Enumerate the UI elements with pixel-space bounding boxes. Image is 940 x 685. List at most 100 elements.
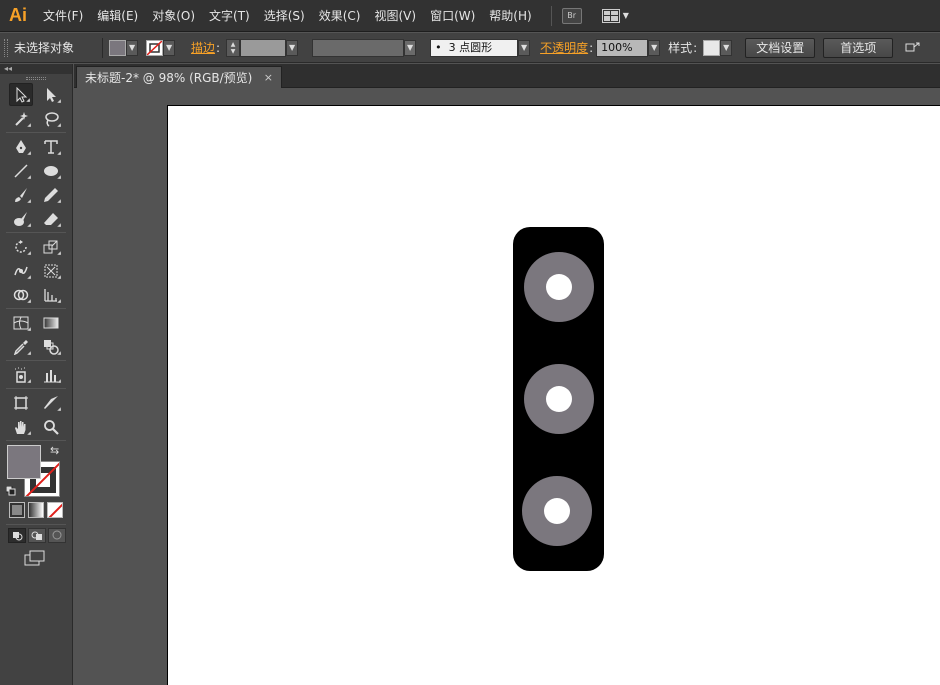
column-graph-icon [44, 369, 58, 382]
menu-select[interactable]: 选择(S) [257, 0, 312, 32]
control-bar: 未选择对象 ▼ ▼ 描边 : ▲ ▼ ▼ ▼ • 3 点圆形 ▼ 不透明度 : 1… [0, 32, 940, 63]
blob-brush-tool[interactable] [9, 207, 33, 230]
ring-hole[interactable] [546, 386, 572, 412]
pen-tool[interactable] [9, 135, 33, 158]
brush-definition-field[interactable]: • 3 点圆形 [430, 38, 519, 57]
blend-tool[interactable] [39, 335, 63, 358]
selection-tool[interactable] [9, 83, 33, 106]
scale-tool[interactable] [39, 235, 63, 258]
eraser-tool[interactable] [39, 207, 63, 230]
slice-tool[interactable] [39, 391, 63, 414]
ellipse-tool[interactable] [39, 159, 63, 182]
stroke-weight-field[interactable] [240, 38, 287, 57]
fill-swatch[interactable] [109, 39, 127, 56]
arrow-icon [16, 86, 28, 103]
draw-behind-button[interactable] [28, 528, 46, 543]
artboard[interactable] [167, 105, 940, 685]
menu-bar: Ai 文件(F) 编辑(E) 对象(O) 文字(T) 选择(S) 效果(C) 视… [0, 0, 940, 32]
type-tool[interactable] [39, 135, 63, 158]
stroke-control[interactable]: ▼ [146, 39, 176, 56]
free-transform-icon [44, 264, 58, 277]
stroke-label[interactable]: 描边 [191, 39, 215, 56]
workspace-switcher[interactable]: ▼ [601, 8, 629, 23]
swap-icon[interactable]: ⇆ [50, 444, 59, 457]
hand-tool[interactable] [9, 415, 33, 438]
draw-inside-button[interactable] [48, 528, 66, 543]
lasso-icon [45, 111, 59, 127]
ring-hole[interactable] [544, 498, 570, 524]
brush-definition-value: 3 点圆形 [448, 40, 493, 54]
color-mode-button[interactable] [9, 502, 25, 518]
chevron-down-icon[interactable]: ▼ [286, 39, 299, 56]
warp-tool[interactable] [9, 259, 33, 282]
lasso-tool[interactable] [39, 107, 63, 130]
menu-type[interactable]: 文字(T) [202, 0, 257, 32]
arrange-documents-icon [905, 42, 920, 51]
fill-color-box[interactable] [7, 445, 41, 479]
default-colors-icon[interactable] [5, 485, 16, 496]
shape-builder-tool[interactable] [9, 283, 33, 306]
menu-file[interactable]: 文件(F) [36, 0, 90, 32]
shape-builder-icon [13, 289, 29, 300]
none-mode-button[interactable] [47, 502, 63, 518]
canvas-area[interactable] [74, 88, 940, 685]
white-arrow-icon [47, 87, 56, 102]
menu-object[interactable]: 对象(O) [145, 0, 202, 32]
chevron-down-icon[interactable]: ▼ [163, 39, 176, 56]
menu-divider [550, 5, 552, 26]
rotate-tool[interactable] [9, 235, 33, 258]
bridge-button[interactable]: Br [561, 7, 582, 24]
chevron-down-icon[interactable]: ▼ [720, 39, 733, 56]
type-icon [44, 139, 58, 154]
menu-effect[interactable]: 效果(C) [312, 0, 368, 32]
menu-window[interactable]: 窗口(W) [423, 0, 482, 32]
artwork[interactable] [168, 106, 940, 685]
artboard-icon [14, 395, 28, 410]
chevron-down-icon[interactable]: ▼ [126, 39, 139, 56]
artboard-tool[interactable] [9, 391, 33, 414]
fill-control[interactable]: ▼ [109, 39, 139, 56]
gradient-tool[interactable] [39, 311, 63, 334]
line-segment-tool[interactable] [9, 159, 33, 182]
document-tab[interactable]: 未标题-2* @ 98% (RGB/预览) × [76, 66, 282, 88]
chevron-down-icon[interactable]: ▼ [518, 39, 531, 56]
menu-view[interactable]: 视图(V) [367, 0, 423, 32]
magic-wand-icon [15, 111, 28, 126]
stroke-none-swatch[interactable] [146, 39, 164, 56]
chevron-down-icon[interactable]: ▼ [404, 39, 417, 56]
symbol-sprayer-tool[interactable] [9, 363, 33, 386]
panel-grip[interactable] [0, 74, 72, 82]
menu-edit[interactable]: 编辑(E) [90, 0, 145, 32]
mesh-tool[interactable] [9, 311, 33, 334]
draw-normal-button[interactable] [8, 528, 26, 543]
pencil-tool[interactable] [39, 183, 63, 206]
free-transform-tool[interactable] [39, 259, 63, 282]
panel-collapse-button[interactable]: ◂◂ [0, 64, 72, 74]
opacity-field[interactable]: 100% [596, 38, 649, 57]
eyedropper-tool[interactable] [9, 335, 33, 358]
mesh-icon [13, 316, 29, 329]
paintbrush-tool[interactable] [9, 183, 33, 206]
perspective-grid-icon [44, 288, 57, 302]
column-graph-tool[interactable] [39, 363, 63, 386]
document-setup-button[interactable]: 文档设置 [745, 37, 816, 58]
variable-width-profile[interactable] [312, 38, 405, 57]
direct-selection-tool[interactable] [39, 83, 63, 106]
close-icon[interactable]: × [264, 67, 273, 89]
perspective-grid-tool[interactable] [39, 283, 63, 306]
menu-help[interactable]: 帮助(H) [482, 0, 538, 32]
opacity-label[interactable]: 不透明度 [540, 39, 588, 56]
arrange-icon[interactable] [903, 39, 921, 57]
fill-stroke-widget: ⇆ [0, 443, 72, 499]
ring-group[interactable] [522, 252, 594, 546]
screen-mode-button[interactable] [24, 550, 46, 566]
control-bar-grip[interactable] [4, 38, 8, 57]
ring-hole[interactable] [546, 274, 572, 300]
zoom-tool[interactable] [39, 415, 63, 438]
stroke-weight-spinner[interactable]: ▲ ▼ [226, 38, 241, 57]
graphic-style-swatch[interactable] [703, 39, 721, 56]
gradient-mode-button[interactable] [28, 502, 44, 518]
magic-wand-tool[interactable] [9, 107, 33, 130]
preferences-button[interactable]: 首选项 [823, 37, 894, 58]
chevron-down-icon[interactable]: ▼ [648, 39, 661, 56]
